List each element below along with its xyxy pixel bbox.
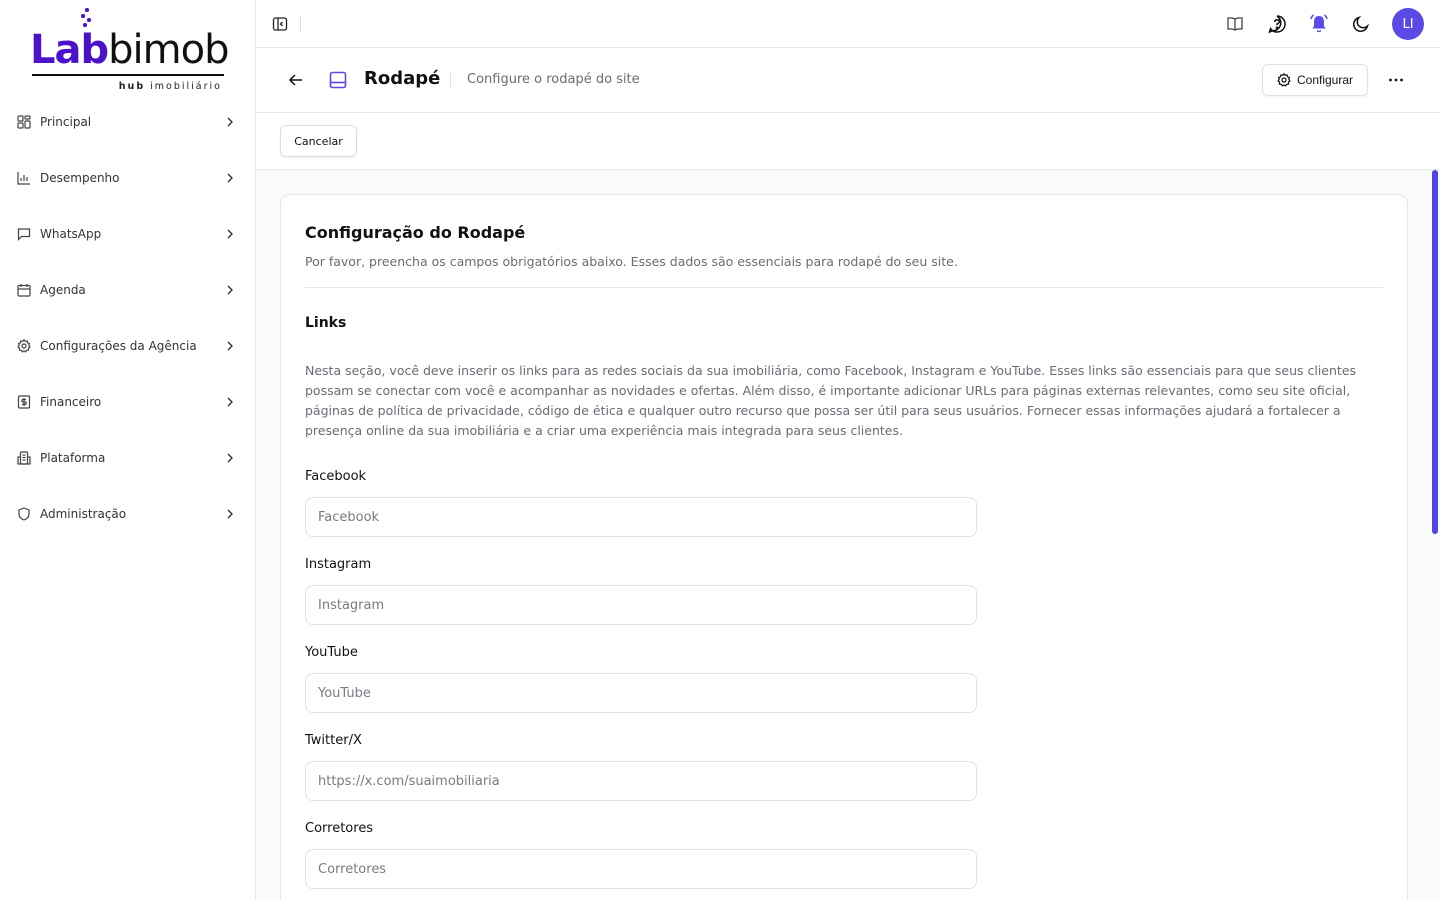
chevron-right-icon [227,453,233,463]
shield-icon [16,506,32,522]
chevron-right-icon [227,509,233,519]
book-open-icon[interactable] [1224,13,1246,35]
main-content[interactable]: Configuração do Rodapé Por favor, preenc… [256,170,1440,900]
corretores-input[interactable] [305,849,977,889]
user-avatar[interactable]: LI [1392,8,1424,40]
topbar-divider [300,16,301,32]
bar-chart-icon [16,170,32,186]
facebook-input[interactable] [305,497,977,537]
twitter-input[interactable] [305,761,977,801]
youtube-label: YouTube [305,645,358,660]
page-title: Rodapé [364,68,441,89]
chevron-right-icon [227,341,233,351]
sidebar-item-configuracoes[interactable]: Configurações da Agência [0,318,256,374]
topbar-actions: LI [1224,8,1424,40]
logo-underline [32,74,224,76]
chevron-right-icon [227,285,233,295]
layout-footer-icon [329,71,347,89]
card-description: Por favor, preencha os campos obrigatóri… [305,254,958,269]
logo-wordmark-b: b [108,27,133,73]
sidebar-item-whatsapp[interactable]: WhatsApp [0,206,256,262]
chevron-right-icon [227,173,233,183]
help-circle-icon[interactable] [1266,13,1288,35]
instagram-label: Instagram [305,557,372,572]
footer-config-card: Configuração do Rodapé Por favor, preenc… [280,194,1408,900]
sidebar-item-agenda[interactable]: Agenda [0,262,256,318]
facebook-label: Facebook [305,469,367,484]
topbar: LI [256,0,1440,48]
sidebar-item-label: Agenda [40,283,86,297]
gear-icon [16,338,32,354]
sidebar-item-label: Principal [40,115,92,129]
sidebar-item-label: Configurações da Agência [40,339,197,353]
title-divider [450,72,451,88]
sidebar-item-administracao[interactable]: Administração [0,486,256,542]
section-description: Nesta seção, você deve inserir os links … [305,363,1357,438]
configure-button-label: Configurar [1296,73,1354,87]
page-header: Rodapé Configure o rodapé do site Config… [256,48,1440,113]
instagram-input[interactable] [305,585,977,625]
sidebar-item-label: Financeiro [40,395,102,409]
bell-icon[interactable] [1308,13,1330,35]
grid-icon [16,114,32,130]
sidebar-item-label: Administração [40,507,127,521]
message-icon [16,226,32,242]
sidebar-item-principal[interactable]: Principal [0,94,256,150]
dollar-icon [16,394,32,410]
action-bar: Cancelar [256,113,1440,170]
twitter-label: Twitter/X [305,733,362,748]
building-icon [16,450,32,466]
section-title: Links [305,315,347,331]
corretores-label: Corretores [305,821,374,836]
gear-icon [1277,73,1291,87]
sidebar-item-desempenho[interactable]: Desempenho [0,150,256,206]
chevron-right-icon [227,117,233,127]
logo-tagline: hub imobiliário [118,81,222,92]
sidebar: Labbimob hub imobiliário Principal Desem… [0,0,256,900]
sidebar-item-label: Desempenho [40,171,120,185]
cancel-button[interactable]: Cancelar [280,125,357,157]
logo-dots [81,6,93,28]
calendar-icon [16,282,32,298]
page-subtitle: Configure o rodapé do site [467,72,640,87]
sidebar-toggle-icon[interactable] [272,16,288,32]
brand-logo[interactable]: Labbimob hub imobiliário [30,6,229,96]
card-divider [305,287,1383,288]
sidebar-item-label: Plataforma [40,451,106,465]
arrow-left-icon[interactable] [288,72,304,88]
moon-icon[interactable] [1350,13,1372,35]
chevron-right-icon [227,229,233,239]
configure-button[interactable]: Configurar [1262,64,1368,96]
sidebar-nav: Principal Desempenho WhatsApp Agenda Con… [0,94,256,542]
sidebar-item-plataforma[interactable]: Plataforma [0,430,256,486]
more-horizontal-icon[interactable] [1386,68,1406,92]
youtube-input[interactable] [305,673,977,713]
chevron-right-icon [227,397,233,407]
sidebar-item-financeiro[interactable]: Financeiro [0,374,256,430]
sidebar-item-label: WhatsApp [40,227,102,241]
scrollbar-thumb[interactable] [1432,170,1438,534]
logo-wordmark: Labbimob [30,27,229,73]
card-title: Configuração do Rodapé [305,223,526,242]
